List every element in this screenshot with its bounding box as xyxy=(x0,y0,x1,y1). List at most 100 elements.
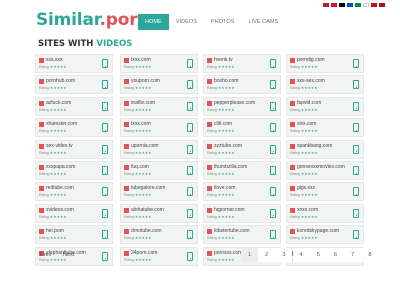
site-name-link[interactable]: xnxx.com xyxy=(297,207,318,213)
site-card[interactable]: porndig.com Rating: ★★★★★ xyxy=(286,54,364,73)
site-name-link[interactable]: pornhub.com xyxy=(46,78,75,84)
site-card[interactable]: clitl.com Rating: ★★★★★ xyxy=(203,118,281,138)
site-name-link[interactable]: drnotube.com xyxy=(131,228,162,234)
site-name-link[interactable]: xxxpapa.com xyxy=(46,164,75,170)
site-card[interactable]: tnaflix.com Rating: ★★★★★ xyxy=(120,96,198,116)
site-name-link[interactable]: fuq.com xyxy=(131,164,149,170)
site-name-link[interactable]: xvideos.com xyxy=(46,207,74,213)
site-card[interactable]: xnxx.com Rating: ★★★★★ xyxy=(286,203,364,223)
rating-stars-icon: ★★★★★ xyxy=(50,86,67,91)
site-card[interactable]: upornia.com Rating: ★★★★★ xyxy=(120,139,198,159)
site-card[interactable]: xxxpapa.com Rating: ★★★★★ xyxy=(35,161,113,180)
flag-icon[interactable] xyxy=(355,3,361,7)
site-name-link[interactable]: sss.xxx xyxy=(46,57,62,63)
prev-page-link[interactable]: Prev xyxy=(40,248,52,262)
mobile-icon xyxy=(353,166,359,175)
flag-icon[interactable] xyxy=(339,3,345,7)
site-card[interactable]: xhamster.com Rating: ★★★★★ xyxy=(35,118,113,138)
site-name-link[interactable]: txxx.com xyxy=(131,121,151,127)
site-name-link[interactable]: upornia.com xyxy=(131,143,159,149)
page-number-link[interactable]: 5 xyxy=(309,248,327,262)
site-card[interactable]: koredskypage.com Rating: ★★★★★ xyxy=(286,225,364,245)
site-name-link[interactable]: hei.porn xyxy=(46,228,64,234)
site-name-link[interactable]: bosho.com xyxy=(214,78,238,84)
site-name-link[interactable]: zzztube.com xyxy=(214,143,242,149)
page-number-link[interactable]: 6 xyxy=(327,248,344,262)
site-name-link[interactable]: lobstertube.com xyxy=(214,228,250,234)
site-card[interactable]: bosho.com Rating: ★★★★★ xyxy=(203,75,281,95)
mobile-icon xyxy=(353,101,359,111)
flag-icon[interactable] xyxy=(323,3,329,7)
site-logo[interactable]: Similar.porn xyxy=(36,10,149,30)
site-card[interactable]: thumbzilla.com Rating: ★★★★★ xyxy=(203,161,281,180)
flag-icon[interactable] xyxy=(331,3,337,7)
site-card[interactable]: pornhub.com Rating: ★★★★★ xyxy=(35,75,113,95)
nav-photos[interactable]: PHOTOS xyxy=(204,14,242,30)
site-card[interactable]: alohatube.com Rating: ★★★★★ xyxy=(120,203,198,223)
site-name-link[interactable]: porndig.com xyxy=(297,57,325,63)
site-card[interactable]: hqporner.com Rating: ★★★★★ xyxy=(203,203,281,223)
site-card[interactable]: fapvid.com Rating: ★★★★★ xyxy=(286,96,364,116)
site-card[interactable]: pepperplease.com Rating: ★★★★★ xyxy=(203,96,281,116)
favicon-icon xyxy=(207,122,212,128)
site-card[interactable]: txxx.com Rating: ★★★★★ xyxy=(120,118,198,138)
site-name-link[interactable]: youporn.com xyxy=(131,78,160,84)
site-name-link[interactable]: xixx.com xyxy=(297,121,316,127)
flag-icon[interactable] xyxy=(347,3,353,7)
site-card[interactable]: gonsexxxmovies.com Rating: ★★★★★ xyxy=(286,161,364,180)
site-card[interactable]: youporn.com Rating: ★★★★★ xyxy=(120,75,198,95)
site-name-link[interactable]: hvenk.tv xyxy=(214,57,233,63)
site-name-link[interactable]: azfuck.com xyxy=(46,100,71,106)
site-name-link[interactable]: sex-video.tv xyxy=(46,143,73,149)
site-card[interactable]: hvenk.tv Rating: ★★★★★ xyxy=(203,54,281,73)
site-card[interactable]: xixx.com Rating: ★★★★★ xyxy=(286,118,364,138)
flag-icon[interactable] xyxy=(379,3,385,7)
rating-stars-icon: ★★★★★ xyxy=(50,65,67,69)
site-name-link[interactable]: spankbang.com xyxy=(297,143,332,149)
site-card[interactable]: drnotube.com Rating: ★★★★★ xyxy=(120,225,198,245)
nav-videos[interactable]: VIDEOS xyxy=(169,14,204,30)
page-number-link[interactable]: 4 xyxy=(292,248,310,262)
site-card[interactable]: zzztube.com Rating: ★★★★★ xyxy=(203,139,281,159)
flag-icon[interactable] xyxy=(363,3,369,7)
site-card[interactable]: redtube.com Rating: ★★★★★ xyxy=(35,182,113,202)
site-card[interactable]: tubegalore.com Rating: ★★★★★ xyxy=(120,182,198,202)
site-name-link[interactable]: fapvid.com xyxy=(297,100,321,106)
site-name-link[interactable]: koredskypage.com xyxy=(297,228,339,234)
site-name-link[interactable]: thumbzilla.com xyxy=(214,164,247,170)
site-name-link[interactable]: hqporner.com xyxy=(214,207,245,213)
page-number-link[interactable]: 7 xyxy=(344,248,362,262)
site-name-link[interactable]: tlove.com xyxy=(214,185,235,191)
site-card[interactable]: xxx-sex.com Rating: ★★★★★ xyxy=(286,75,364,95)
site-name-link[interactable]: gonsexxxmovies.com xyxy=(297,164,345,170)
site-name-link[interactable]: txxx.com xyxy=(131,57,151,63)
next-page-link[interactable]: Next xyxy=(63,248,75,262)
site-card[interactable]: sss.xxx Rating: ★★★★★ xyxy=(35,54,113,73)
site-name-link[interactable]: xhamster.com xyxy=(46,121,77,127)
site-name-link[interactable]: xxx-sex.com xyxy=(297,78,325,84)
site-name-link[interactable]: pepperplease.com xyxy=(214,100,255,106)
site-card[interactable]: spankbang.com Rating: ★★★★★ xyxy=(286,139,364,159)
page-number-link[interactable]: 1 xyxy=(241,248,258,262)
site-name-link[interactable]: gigs.xxx xyxy=(297,185,315,191)
page-number-link[interactable]: 8 xyxy=(361,248,379,262)
page-number-link[interactable]: 3 xyxy=(275,248,293,262)
site-card[interactable]: sex-video.tv Rating: ★★★★★ xyxy=(35,139,113,159)
site-card[interactable]: hei.porn Rating: ★★★★★ xyxy=(35,225,113,245)
site-card[interactable]: fuq.com Rating: ★★★★★ xyxy=(120,161,198,180)
site-card[interactable]: azfuck.com Rating: ★★★★★ xyxy=(35,96,113,116)
site-card[interactable]: tlove.com Rating: ★★★★★ xyxy=(203,182,281,202)
site-card[interactable]: xvideos.com Rating: ★★★★★ xyxy=(35,203,113,223)
nav-live-cams[interactable]: LIVE CAMS xyxy=(241,14,285,30)
site-card[interactable]: txxx.com Rating: ★★★★★ xyxy=(120,54,198,73)
site-card[interactable]: lobstertube.com Rating: ★★★★★ xyxy=(203,225,281,245)
site-name-link[interactable]: alohatube.com xyxy=(131,207,164,213)
site-name-link[interactable]: tnaflix.com xyxy=(131,100,155,106)
site-name-link[interactable]: redtube.com xyxy=(46,185,74,191)
site-card[interactable]: gigs.xxx Rating: ★★★★★ xyxy=(286,182,364,202)
flag-icon[interactable] xyxy=(371,3,377,7)
site-name-link[interactable]: clitl.com xyxy=(214,121,232,127)
page-number-link[interactable]: 2 xyxy=(258,248,276,262)
site-name-link[interactable]: tubegalore.com xyxy=(131,185,165,191)
nav-home[interactable]: HOME xyxy=(138,14,169,30)
